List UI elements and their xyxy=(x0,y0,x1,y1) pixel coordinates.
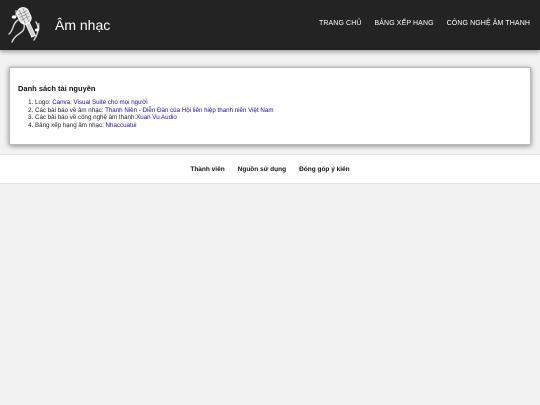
list-item: Các bài báo về âm nhạc: Thanh Niên - Diễ… xyxy=(35,107,273,115)
footer-links: Thành viên Nguồn sử dụng Đóng góp ý kiến xyxy=(0,166,540,173)
list-item: Bảng xếp hạng âm nhạc: Nhaccuatui xyxy=(35,122,273,130)
resource-label: Các bài báo về công nghệ âm thanh: xyxy=(35,114,137,122)
resources-list: Logo: Canva: Visual Suite cho mọi người … xyxy=(18,99,273,129)
footer-link-feedback[interactable]: Đóng góp ý kiến xyxy=(299,166,350,173)
resource-link-music-articles[interactable]: Thanh Niên - Diễn Đàn của Hội liên hiệp … xyxy=(105,107,273,114)
microphone-music-icon[interactable] xyxy=(6,4,44,46)
nav-home[interactable]: TRANG CHỦ xyxy=(319,19,362,29)
main-nav: TRANG CHỦ BẢNG XẾP HẠNG CÔNG NGHỆ ÂM THA… xyxy=(319,19,530,29)
resources-title: Danh sách tài nguyên xyxy=(18,84,96,93)
footer-link-sources[interactable]: Nguồn sử dụng xyxy=(238,166,286,173)
list-item: Logo: Canva: Visual Suite cho mọi người xyxy=(35,99,273,107)
resource-link-logo[interactable]: Canva: Visual Suite cho mọi người xyxy=(52,99,147,106)
site-title[interactable]: Âm nhạc xyxy=(55,16,110,34)
site-header: Âm nhạc TRANG CHỦ BẢNG XẾP HẠNG CÔNG NGH… xyxy=(0,0,540,50)
footer-link-members[interactable]: Thành viên xyxy=(190,166,224,173)
resource-label: Các bài báo về âm nhạc: xyxy=(35,106,106,114)
resource-label: Bảng xếp hạng âm nhạc: xyxy=(35,121,106,129)
nav-charts[interactable]: BẢNG XẾP HẠNG xyxy=(375,19,434,29)
resource-label: Logo: xyxy=(35,99,53,106)
nav-audio-tech[interactable]: CÔNG NGHỆ ÂM THANH xyxy=(447,19,530,29)
site-footer: Thành viên Nguồn sử dụng Đóng góp ý kiến xyxy=(0,154,540,184)
resources-card: Danh sách tài nguyên Logo: Canva: Visual… xyxy=(9,67,531,145)
resource-link-audio-articles[interactable]: Xuan Vu Audio xyxy=(136,114,177,121)
list-item: Các bài báo về công nghệ âm thanh:Xuan V… xyxy=(35,114,273,122)
resource-link-music-charts[interactable]: Nhaccuatui xyxy=(106,122,137,129)
